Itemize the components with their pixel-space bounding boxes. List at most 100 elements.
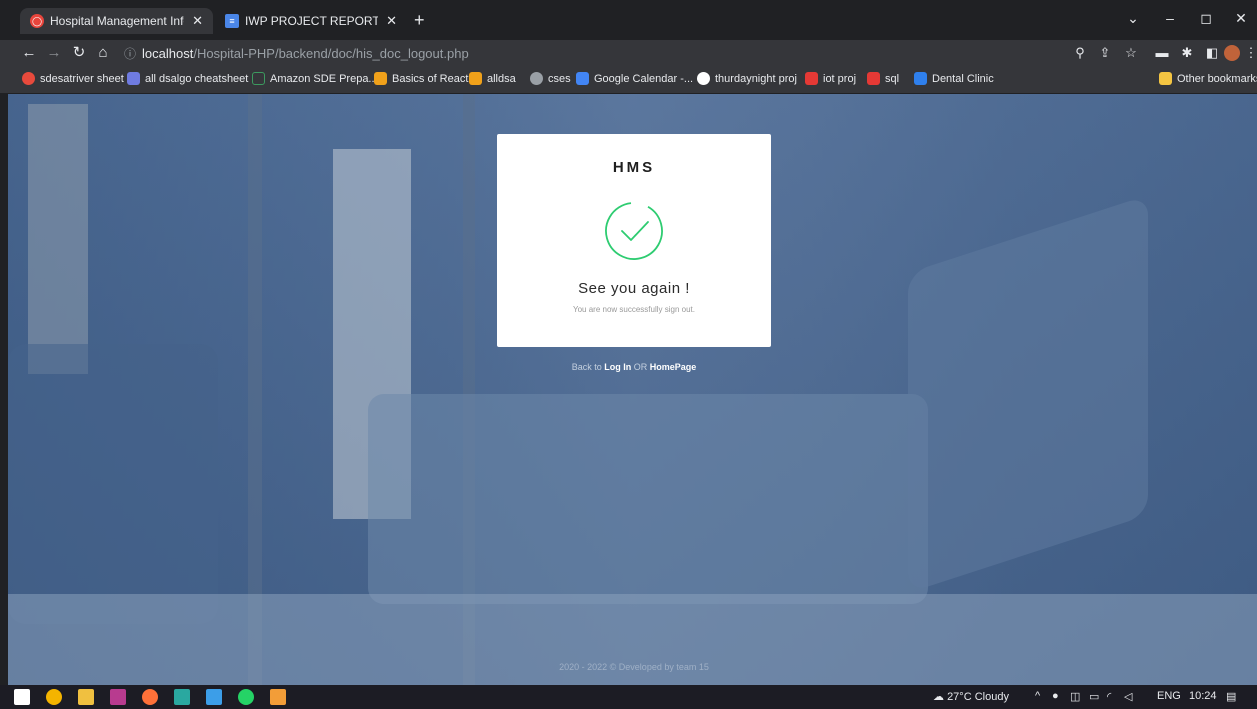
chrome-taskbar-icon[interactable] [46, 689, 62, 705]
bookmark-icon [374, 72, 387, 85]
bookmark-item[interactable]: Basics of React [374, 72, 468, 85]
profile-avatar[interactable] [1224, 45, 1240, 61]
weather-text: 27°C Cloudy [947, 691, 1009, 703]
tray-chevron-icon[interactable]: ^ [1035, 690, 1040, 702]
clock[interactable]: 10:24 [1189, 690, 1217, 702]
bookmark-label: Google Calendar -... [594, 72, 694, 85]
bookmark-item[interactable]: alldsa [469, 72, 516, 85]
other-bookmarks-label: Other bookmarks [1177, 72, 1257, 85]
bookmark-item[interactable]: thurdaynight proj [697, 72, 797, 85]
windows-start-icon[interactable] [14, 689, 30, 705]
site-info-icon[interactable]: ⓘ [124, 45, 136, 62]
bookmark-item[interactable]: Dental Clinic [914, 72, 994, 85]
browser-menu-icon[interactable]: ⋮ [1242, 44, 1257, 62]
bookmark-label: all dsalgo cheatsheet [145, 72, 249, 85]
bookmark-icon [805, 72, 818, 85]
bookmark-item[interactable]: Amazon SDE Prepa... [252, 72, 378, 85]
back-links: Back to Log In OR HomePage [497, 362, 771, 372]
battery-icon[interactable]: ▭ [1089, 690, 1099, 703]
bookmark-icon [469, 72, 482, 85]
folder-icon [1159, 72, 1172, 85]
bookmark-icon [867, 72, 880, 85]
url-host: localhost [142, 45, 194, 61]
bookmark-icon [914, 72, 927, 85]
app-taskbar-icon[interactable] [174, 689, 190, 705]
vscode-taskbar-icon[interactable] [206, 689, 222, 705]
logout-headline: See you again ! [578, 280, 690, 297]
bookmark-icon [530, 72, 543, 85]
bookmark-item[interactable]: sdesatriver sheet [22, 72, 124, 85]
bookmark-item[interactable]: all dsalgo cheatsheet [127, 72, 248, 85]
cloud-icon: ☁ [933, 691, 944, 703]
tab-iwp-report[interactable]: ≡ IWP PROJECT REPORT - Google D ✕ [215, 8, 407, 34]
hms-logo: HMS [612, 159, 656, 176]
reload-icon[interactable]: ↻ [70, 43, 88, 63]
minimize-button[interactable]: – [1160, 10, 1180, 26]
other-bookmarks-folder[interactable]: Other bookmarks [1159, 72, 1257, 85]
logout-card: HMS See you again ! You are now successf… [497, 134, 771, 347]
address-bar[interactable]: ⓘ localhost/Hospital-PHP/backend/doc/his… [124, 42, 1076, 64]
app-taskbar-icon[interactable] [270, 689, 286, 705]
bookmark-label: thurdaynight proj [715, 72, 797, 85]
maximize-button[interactable]: ◻ [1196, 10, 1216, 27]
bookmark-label: Amazon SDE Prepa... [270, 72, 378, 85]
zoom-icon[interactable]: ⚲ [1071, 44, 1089, 62]
tab-title: IWP PROJECT REPORT - Google D [245, 14, 379, 28]
bookmark-label: sql [885, 72, 900, 85]
side-panel-icon[interactable]: ◧ [1203, 44, 1221, 62]
bookmark-icon [697, 72, 710, 85]
app-taskbar-icon[interactable] [110, 689, 126, 705]
bookmark-label: alldsa [487, 72, 516, 85]
logout-page: HMS See you again ! You are now successf… [8, 94, 1257, 685]
notifications-icon[interactable]: ▤ [1226, 690, 1236, 703]
back-arrow-icon[interactable]: ← [20, 43, 38, 63]
extensions-puzzle-icon[interactable]: ✱ [1178, 44, 1196, 62]
bookmark-star-icon[interactable]: ☆ [1122, 44, 1140, 62]
share-icon[interactable]: ⇪ [1096, 44, 1114, 62]
whatsapp-taskbar-icon[interactable] [238, 689, 254, 705]
network-icon[interactable]: ◫ [1070, 690, 1080, 703]
docs-favicon-icon: ≡ [225, 14, 239, 28]
new-tab-button[interactable]: + [414, 10, 425, 30]
tab-title: Hospital Management Informati [50, 14, 184, 28]
close-tab-icon[interactable]: ✕ [192, 13, 203, 29]
bookmark-item[interactable]: Google Calendar -... [576, 72, 693, 85]
bookmark-icon [127, 72, 140, 85]
windows-taskbar: ☁ 27°C Cloudy ^ ● ◫ ▭ ◜ ◁ ENG 10:24 ▤ [0, 685, 1257, 709]
or-text: OR [633, 362, 648, 372]
login-link[interactable]: Log In [604, 362, 631, 372]
bookmark-icon [22, 72, 35, 85]
bookmark-item[interactable]: iot proj [805, 72, 856, 85]
home-icon[interactable]: ⌂ [94, 43, 112, 63]
bluetooth-icon[interactable]: ● [1052, 690, 1059, 702]
browser-tab-bar: ◯ Hospital Management Informati ✕ ≡ IWP … [0, 0, 1257, 40]
background-building [28, 104, 88, 374]
bookmark-icon [252, 72, 265, 85]
volume-icon[interactable]: ◁ [1124, 690, 1132, 703]
weather-widget[interactable]: ☁ 27°C Cloudy [933, 690, 1009, 703]
extension-icon[interactable]: ▬ [1153, 44, 1171, 62]
bookmark-label: iot proj [823, 72, 857, 85]
tab-hospital-management[interactable]: ◯ Hospital Management Informati ✕ [20, 8, 213, 34]
language-indicator[interactable]: ENG [1157, 690, 1181, 702]
wifi-icon[interactable]: ◜ [1107, 690, 1111, 703]
logout-subtext: You are now successfully sign out. [573, 305, 695, 314]
homepage-link[interactable]: HomePage [650, 362, 697, 372]
bookmark-icon [576, 72, 589, 85]
bookmark-label: sdesatriver sheet [40, 72, 124, 85]
check-circle-icon [605, 202, 663, 260]
tab-search-icon[interactable]: ⌄ [1123, 10, 1143, 27]
background-bed [368, 394, 928, 604]
firefox-taskbar-icon[interactable] [142, 689, 158, 705]
browser-toolbar: ← → ↻ ⌂ ⓘ localhost/Hospital-PHP/backend… [0, 40, 1257, 66]
close-window-button[interactable]: ✕ [1231, 10, 1251, 27]
bookmark-item[interactable]: sql [867, 72, 899, 85]
bookmarks-bar: sdesatriver sheet all dsalgo cheatsheet … [0, 66, 1257, 94]
forward-arrow-icon[interactable]: → [45, 43, 63, 63]
close-tab-icon[interactable]: ✕ [386, 13, 397, 29]
bookmark-label: Dental Clinic [932, 72, 994, 85]
file-explorer-icon[interactable] [78, 689, 94, 705]
back-prefix: Back to [571, 362, 602, 372]
background-bed-rail [908, 195, 1148, 593]
bookmark-item[interactable]: cses [530, 72, 571, 85]
